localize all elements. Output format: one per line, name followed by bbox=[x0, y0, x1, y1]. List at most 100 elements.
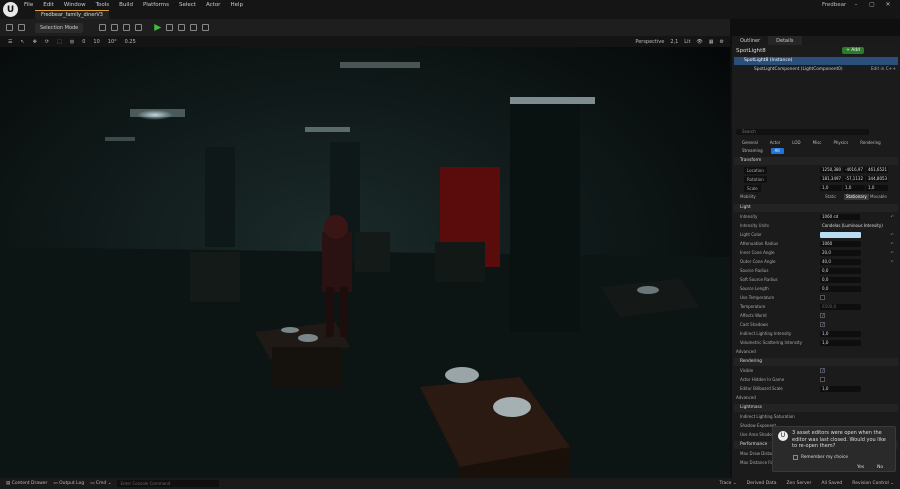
lit-dropdown[interactable]: Lit bbox=[684, 39, 690, 45]
grid-snap-value[interactable]: 10 bbox=[93, 39, 99, 45]
maximize-icon[interactable]: ▢ bbox=[864, 0, 880, 10]
mobility-static[interactable]: Static bbox=[825, 193, 836, 201]
visible-checkbox[interactable] bbox=[820, 367, 825, 375]
category-rendering[interactable]: Rendering bbox=[734, 358, 898, 366]
menu-build[interactable]: Build bbox=[119, 2, 133, 8]
intensity-field[interactable]: 1060 cd bbox=[820, 214, 860, 220]
surface-snap-value[interactable]: 0 bbox=[82, 39, 85, 45]
console-command-input[interactable]: Enter Console Command bbox=[117, 480, 220, 487]
volumetric-intensity-field[interactable]: 1,0 bbox=[820, 340, 861, 346]
blueprint-icon[interactable] bbox=[111, 24, 119, 31]
scale-snap-value[interactable]: 0.25 bbox=[125, 39, 136, 45]
play-icon[interactable] bbox=[154, 24, 162, 31]
filter-lod[interactable]: LOD bbox=[788, 140, 804, 146]
angle-snap-value[interactable]: 10° bbox=[108, 39, 117, 45]
rendering-advanced-row[interactable]: Advanced bbox=[736, 394, 886, 402]
world-local-icon[interactable]: ◍ bbox=[70, 39, 74, 45]
no-button[interactable]: No bbox=[873, 464, 887, 471]
unreal-logo-icon[interactable]: U bbox=[3, 2, 18, 17]
reset-radius-icon[interactable]: ↶ bbox=[891, 240, 894, 248]
settings-icon[interactable]: ⚙ bbox=[720, 39, 724, 45]
rotation-z-field[interactable]: 344,8053 bbox=[866, 176, 888, 182]
tab-details[interactable]: Details bbox=[768, 36, 802, 45]
billboard-scale-field[interactable]: 1,0 bbox=[820, 386, 861, 392]
temperature-field[interactable]: 6500,0 bbox=[820, 304, 861, 310]
menu-select[interactable]: Select bbox=[179, 2, 196, 8]
outer-cone-field[interactable]: 40,0 bbox=[820, 259, 861, 265]
add-component-button[interactable]: + Add bbox=[842, 47, 864, 54]
filter-misc[interactable]: Misc bbox=[809, 140, 826, 146]
details-search-input[interactable]: Search bbox=[736, 129, 869, 135]
source-length-field[interactable]: 0,0 bbox=[820, 286, 861, 292]
cmd-dropdown[interactable]: ▭ Cmd ⌄ bbox=[90, 481, 111, 486]
remember-choice-row[interactable]: Remember my choice bbox=[793, 455, 848, 460]
minimize-icon[interactable]: – bbox=[848, 0, 864, 10]
move-tool-icon[interactable]: ✥ bbox=[33, 39, 37, 45]
camera-speed-value[interactable]: 2,1 bbox=[670, 39, 678, 45]
launch-icon[interactable] bbox=[190, 24, 198, 31]
filter-streaming[interactable]: Streaming bbox=[738, 148, 767, 154]
component-child-row[interactable]: SpotLightComponent (LightComponent0) Edi… bbox=[734, 66, 898, 74]
menu-platforms[interactable]: Platforms bbox=[143, 2, 169, 8]
close-icon[interactable]: ✕ bbox=[880, 0, 896, 10]
filter-rendering[interactable]: Rendering bbox=[856, 140, 884, 146]
remember-choice-checkbox[interactable] bbox=[793, 455, 798, 460]
reset-intensity-icon[interactable]: ↶ bbox=[891, 213, 894, 221]
menu-help[interactable]: Help bbox=[230, 2, 243, 8]
scale-z-field[interactable]: 1,0 bbox=[866, 185, 888, 191]
component-instance-row[interactable]: SpotLight8 (Instance) bbox=[734, 57, 898, 65]
menu-tools[interactable]: Tools bbox=[96, 2, 110, 8]
reset-light-color-icon[interactable]: ↶ bbox=[891, 231, 894, 239]
rotate-tool-icon[interactable]: ⟳ bbox=[45, 39, 49, 45]
filter-physics[interactable]: Physics bbox=[829, 140, 852, 146]
content-browser-icon[interactable] bbox=[18, 24, 25, 31]
attenuation-radius-field[interactable]: 1060 bbox=[820, 241, 861, 247]
menu-window[interactable]: Window bbox=[64, 2, 86, 8]
trace-button[interactable]: Trace ⌄ bbox=[720, 481, 737, 486]
cast-shadows-checkbox[interactable] bbox=[820, 321, 825, 329]
menu-actor[interactable]: Actor bbox=[206, 2, 220, 8]
all-saved-button[interactable]: All Saved bbox=[821, 481, 842, 486]
menu-file[interactable]: File bbox=[24, 2, 33, 8]
rotation-x-field[interactable]: 181,3497 bbox=[820, 176, 842, 182]
menu-edit[interactable]: Edit bbox=[43, 2, 54, 8]
light-advanced-row[interactable]: Advanced bbox=[736, 348, 886, 356]
scale-x-field[interactable]: 1,0 bbox=[820, 185, 842, 191]
scale-tool-icon[interactable]: ⬚ bbox=[57, 39, 62, 45]
location-x-field[interactable]: 1250,380 bbox=[820, 167, 842, 173]
mobility-movable[interactable]: Movable bbox=[870, 193, 887, 201]
step-icon[interactable] bbox=[166, 24, 174, 31]
soft-source-radius-field[interactable]: 0,0 bbox=[820, 277, 861, 283]
rotation-y-field[interactable]: -57,1132 bbox=[843, 176, 865, 182]
tab-outliner[interactable]: Outliner bbox=[732, 36, 768, 45]
category-lightmass[interactable]: Lightmass bbox=[734, 404, 898, 412]
inner-cone-field[interactable]: 20,0 bbox=[820, 250, 861, 256]
level-viewport[interactable] bbox=[0, 47, 730, 478]
revision-control-button[interactable]: Revision Control ⌄ bbox=[852, 481, 894, 486]
affects-world-checkbox[interactable] bbox=[820, 312, 825, 320]
viewport-menu-icon[interactable]: ☰ bbox=[8, 39, 12, 45]
content-drawer-button[interactable]: ▤ Content Drawer bbox=[6, 481, 47, 486]
hidden-in-game-checkbox[interactable] bbox=[820, 377, 825, 382]
reset-inner-cone-icon[interactable]: ↶ bbox=[891, 249, 894, 257]
edit-in-cpp-link[interactable]: Edit in C++ bbox=[871, 66, 896, 74]
source-radius-field[interactable]: 0,0 bbox=[820, 268, 861, 274]
indirect-intensity-field[interactable]: 1,0 bbox=[820, 331, 861, 337]
reset-outer-cone-icon[interactable]: ↶ bbox=[891, 258, 894, 266]
category-light[interactable]: Light bbox=[734, 204, 898, 212]
layout-icon[interactable]: ▦ bbox=[709, 39, 714, 45]
build-icon[interactable] bbox=[135, 24, 143, 31]
level-tab[interactable]: Fredbear_family_dinerV3 bbox=[35, 10, 109, 19]
save-icon[interactable] bbox=[6, 24, 13, 31]
select-tool-icon[interactable]: ↖ bbox=[20, 39, 24, 45]
show-flags-icon[interactable]: 👁 bbox=[696, 39, 702, 45]
yes-button[interactable]: Yes bbox=[853, 464, 868, 471]
add-actor-icon[interactable] bbox=[99, 24, 107, 31]
filter-all[interactable]: All bbox=[770, 148, 784, 154]
location-y-field[interactable]: -4016,97 bbox=[843, 167, 865, 173]
category-transform[interactable]: Transform bbox=[734, 157, 898, 165]
selection-mode-dropdown[interactable]: Selection Mode bbox=[35, 22, 84, 33]
light-color-swatch[interactable] bbox=[820, 232, 861, 238]
filter-actor[interactable]: Actor bbox=[766, 140, 785, 146]
use-temperature-checkbox[interactable] bbox=[820, 295, 825, 300]
